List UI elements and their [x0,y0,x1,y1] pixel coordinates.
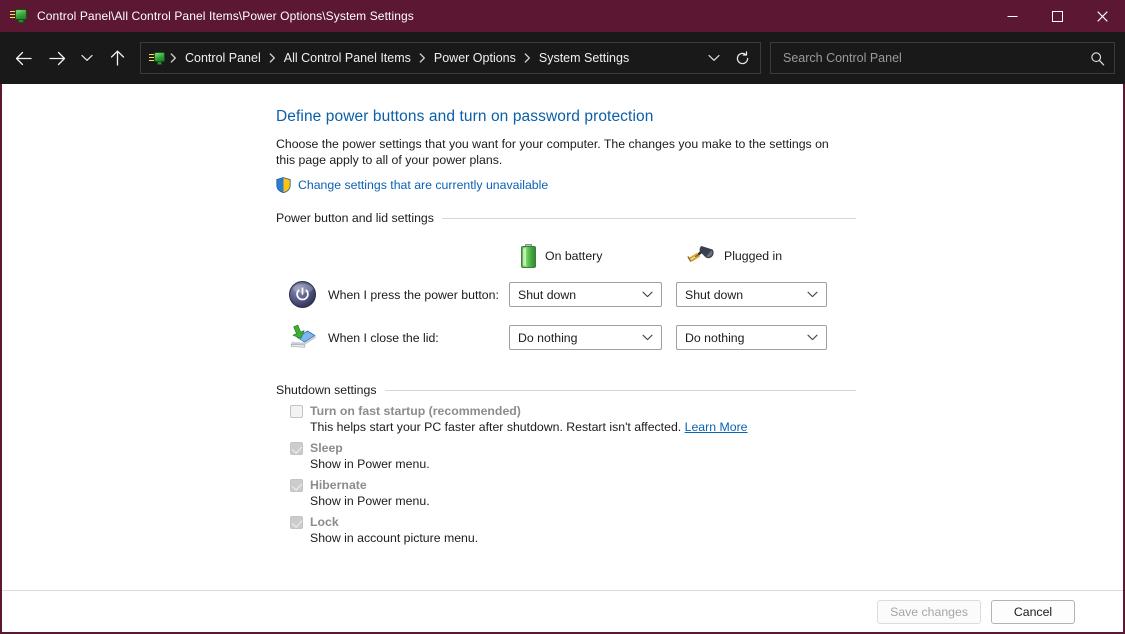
battery-icon [521,244,536,268]
navigation-bar: Control Panel All Control Panel Items Po… [0,32,1125,84]
checkbox-label-hibernate: Hibernate [310,478,367,492]
forward-button[interactable] [40,41,74,75]
control-panel-window: Control Panel\All Control Panel Items\Po… [0,0,1125,634]
breadcrumb-item-control-panel[interactable]: Control Panel [178,47,268,69]
chevron-down-icon [642,291,657,298]
chevron-down-icon [807,291,822,298]
breadcrumb-separator-icon [418,53,427,63]
dropdown-power-button-plugged-in[interactable]: Shut down [676,282,827,307]
window-title: Control Panel\All Control Panel Items\Po… [37,9,414,23]
dropdown-value: Do nothing [518,330,578,345]
save-changes-button[interactable]: Save changes [877,599,981,624]
maximize-button[interactable] [1035,0,1080,32]
search-input[interactable] [781,50,1084,66]
checkbox-row[interactable]: Hibernate [290,478,856,492]
up-button[interactable] [100,41,134,75]
checkbox-label-sleep: Sleep [310,441,343,455]
power-plug-icon [687,245,715,267]
column-header-on-battery: On battery [521,244,602,268]
search-box[interactable] [770,42,1115,74]
recent-locations-chevron-down-icon[interactable] [74,41,100,75]
breadcrumb-item-power-options[interactable]: Power Options [427,47,523,69]
checkbox-item-hibernate: Hibernate Show in Power menu. [276,478,856,508]
content-area: Define power buttons and turn on passwor… [2,84,1123,632]
checkbox-label-fast-startup: Turn on fast startup (recommended) [310,404,521,418]
column-label-on-battery: On battery [545,249,603,263]
chevron-down-icon [807,334,822,341]
control-panel-icon [10,7,28,25]
dropdown-close-lid-plugged-in[interactable]: Do nothing [676,325,827,350]
chevron-down-icon [642,334,657,341]
checkbox-row[interactable]: Turn on fast startup (recommended) [290,404,856,418]
checkbox-lock[interactable] [290,515,303,529]
column-label-plugged-in: Plugged in [724,249,783,263]
shutdown-settings-section: Shutdown settings Turn on fast startup (… [276,383,856,545]
setting-row-power-button: When I press the power button: Shut down… [276,273,856,316]
checkbox-description-fast-startup: This helps start your PC faster after sh… [310,420,856,434]
checkbox-item-sleep: Sleep Show in Power menu. [276,441,856,471]
address-bar[interactable]: Control Panel All Control Panel Items Po… [140,42,761,74]
checkbox-sleep[interactable] [290,441,303,455]
laptop-lid-icon [287,323,317,353]
dropdown-power-button-on-battery[interactable]: Shut down [509,282,662,307]
column-headers: On battery Plugged in [276,239,856,273]
uac-shield-icon [276,177,291,193]
power-lid-section-header: Power button and lid settings [276,211,856,225]
checkbox-fast-startup[interactable] [290,404,303,418]
previous-locations-chevron-down-icon[interactable] [700,44,728,72]
learn-more-link[interactable]: Learn More [685,420,748,434]
checkbox-row[interactable]: Lock [290,515,856,529]
column-header-plugged-in: Plugged in [687,245,782,267]
title-bar-left: Control Panel\All Control Panel Items\Po… [0,7,414,25]
refresh-icon[interactable] [728,44,756,72]
section-divider [384,389,856,391]
title-bar: Control Panel\All Control Panel Items\Po… [0,0,1125,32]
breadcrumb-item-system-settings[interactable]: System Settings [532,47,636,69]
checkbox-description-lock: Show in account picture menu. [310,531,479,545]
back-button[interactable] [6,41,40,75]
power-button-icon [287,280,317,310]
cancel-button[interactable]: Cancel [991,599,1075,624]
shutdown-section-title: Shutdown settings [276,383,377,397]
window-controls [990,0,1125,32]
minimize-button[interactable] [990,0,1035,32]
breadcrumb-item-all-control-panel-items[interactable]: All Control Panel Items [277,47,418,69]
dropdown-value: Do nothing [685,330,745,345]
checkbox-item-fast-startup: Turn on fast startup (recommended) This … [276,404,856,434]
page-title: Define power buttons and turn on passwor… [276,108,654,125]
change-unavailable-settings-link[interactable]: Change settings that are currently unava… [298,178,548,192]
checkbox-hibernate[interactable] [290,478,303,492]
breadcrumb-separator-icon [523,53,532,63]
shutdown-section-header: Shutdown settings [276,383,856,397]
checkbox-label-lock: Lock [310,515,339,529]
setting-label-close-lid: When I close the lid: [328,330,439,345]
breadcrumb-separator-icon [268,53,277,63]
checkbox-description-sleep: Show in Power menu. [310,457,430,471]
setting-row-close-lid: When I close the lid: Do nothing Do noth… [276,316,856,359]
footer-bar: Save changes Cancel [2,591,1123,632]
dropdown-value: Shut down [518,287,577,302]
search-icon[interactable] [1084,45,1110,71]
close-button[interactable] [1080,0,1125,32]
uac-elevation-row[interactable]: Change settings that are currently unava… [276,177,856,193]
checkbox-row[interactable]: Sleep [290,441,856,455]
dropdown-value: Shut down [685,287,744,302]
checkbox-item-lock: Lock Show in account picture menu. [276,515,856,545]
description-text: This helps start your PC faster after sh… [310,420,682,434]
checkbox-description-hibernate: Show in Power menu. [310,494,430,508]
settings-pane: Define power buttons and turn on passwor… [276,108,856,545]
dropdown-close-lid-on-battery[interactable]: Do nothing [509,325,662,350]
setting-label-power-button: When I press the power button: [328,287,499,302]
breadcrumb-control-panel-icon [149,50,166,67]
section-divider [441,217,856,219]
breadcrumb-separator-icon [169,53,178,63]
power-lid-section-title: Power button and lid settings [276,211,434,225]
page-description: Choose the power settings that you want … [276,137,829,167]
